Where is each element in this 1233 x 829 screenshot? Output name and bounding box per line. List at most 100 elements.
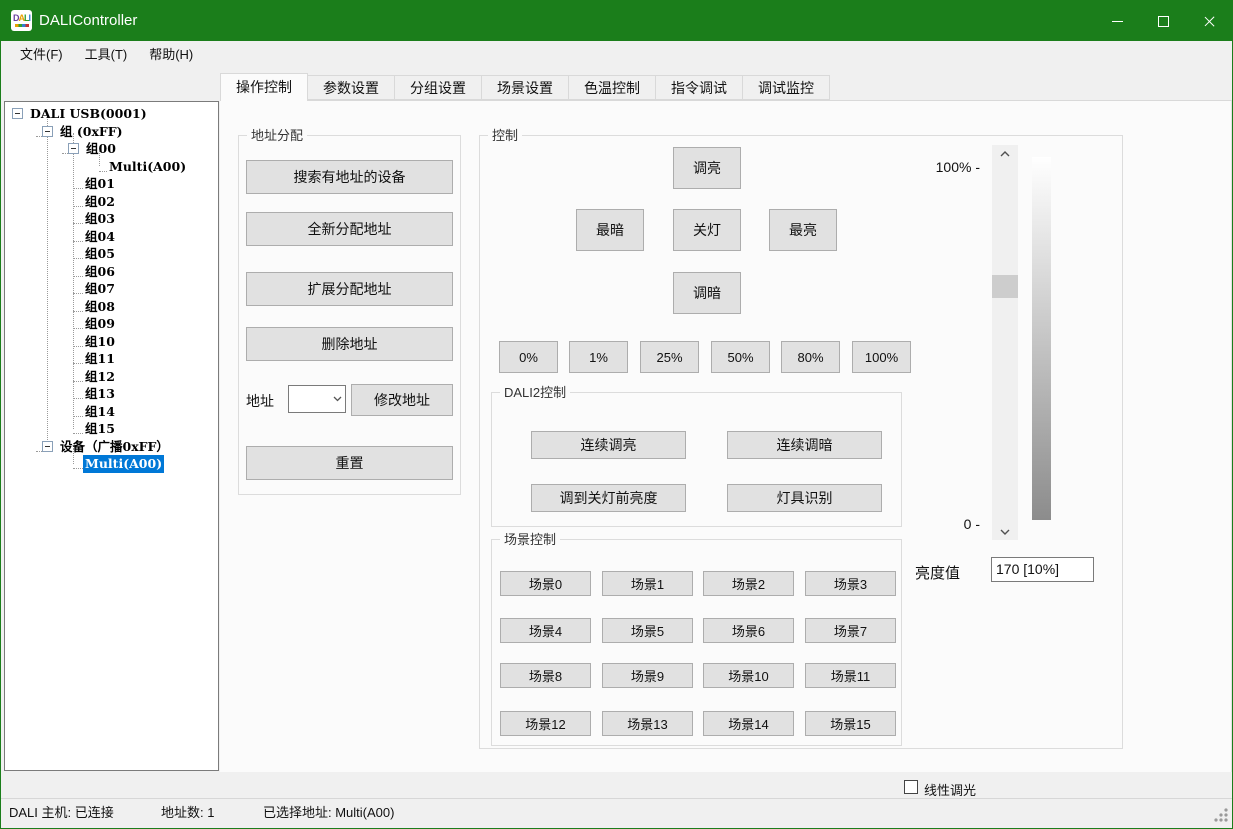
group-title: 地址分配 <box>247 127 307 144</box>
resize-grip-icon[interactable] <box>1214 808 1228 822</box>
luminaire-identify-button[interactable]: 灯具识别 <box>727 484 882 512</box>
percent-button-80[interactable]: 80% <box>781 341 840 373</box>
scene-button-9[interactable]: 场景9 <box>602 663 693 688</box>
tree-node[interactable]: 组05 <box>5 245 218 263</box>
tree-node[interactable]: 组00 <box>5 140 218 158</box>
tree-node[interactable]: 组14 <box>5 403 218 421</box>
light-off-button[interactable]: 关灯 <box>673 209 741 251</box>
scene-button-7[interactable]: 场景7 <box>805 618 896 643</box>
tree-connector <box>73 388 83 399</box>
tree-connector <box>73 371 83 382</box>
scene-button-6[interactable]: 场景6 <box>703 618 794 643</box>
tab-3[interactable]: 场景设置 <box>482 75 569 100</box>
tree-node-label: 设备（广播0xFF） <box>58 438 171 456</box>
tree-node[interactable]: 组01 <box>5 175 218 193</box>
scroll-down-arrow[interactable] <box>992 523 1018 540</box>
assign-extended-address-button[interactable]: 扩展分配地址 <box>246 272 453 306</box>
tree-node[interactable]: 组11 <box>5 350 218 368</box>
scrollbar-thumb[interactable] <box>992 275 1018 298</box>
scene-button-8[interactable]: 场景8 <box>500 663 591 688</box>
tree-collapse-icon[interactable] <box>12 108 23 119</box>
tree-node[interactable]: 组04 <box>5 228 218 246</box>
scene-button-2[interactable]: 场景2 <box>703 571 794 596</box>
tree-node[interactable]: 组02 <box>5 193 218 211</box>
minimize-button[interactable] <box>1094 1 1140 41</box>
tree-node[interactable]: Multi(A00) <box>5 158 218 176</box>
tree-node-label: 组03 <box>83 210 117 228</box>
tree-node-label: 组06 <box>83 263 117 281</box>
tree-node[interactable]: Multi(A00) <box>5 455 218 473</box>
tree-node[interactable]: 组12 <box>5 368 218 386</box>
address-combobox[interactable] <box>288 385 346 413</box>
linear-dimming-checkbox[interactable] <box>904 780 918 794</box>
delete-address-button[interactable]: 删除地址 <box>246 327 453 361</box>
menu-item-0[interactable]: 文件(F) <box>9 41 74 69</box>
scroll-up-arrow[interactable] <box>992 145 1018 162</box>
brightness-scrollbar[interactable] <box>992 145 1018 540</box>
brightness-value-field[interactable]: 170 [10%] <box>991 557 1094 582</box>
dim-max-button[interactable]: 最亮 <box>769 209 837 251</box>
tree-connector <box>73 336 83 347</box>
tree-node[interactable]: DALI USB(0001) <box>5 105 218 123</box>
tree-node[interactable]: 组03 <box>5 210 218 228</box>
tab-5[interactable]: 指令调试 <box>656 75 743 100</box>
percent-button-50[interactable]: 50% <box>711 341 770 373</box>
dim-down-button[interactable]: 调暗 <box>673 272 741 314</box>
tree-node[interactable]: 组06 <box>5 263 218 281</box>
scene-button-3[interactable]: 场景3 <box>805 571 896 596</box>
tree-collapse-icon[interactable] <box>42 441 53 452</box>
modify-address-button[interactable]: 修改地址 <box>351 384 453 416</box>
assign-new-address-button[interactable]: 全新分配地址 <box>246 212 453 246</box>
tab-4[interactable]: 色温控制 <box>569 75 656 100</box>
tree-node[interactable]: 设备（广播0xFF） <box>5 438 218 456</box>
dim-up-button[interactable]: 调亮 <box>673 147 741 189</box>
tree-node-label: 组14 <box>83 403 117 421</box>
tree-collapse-icon[interactable] <box>68 143 79 154</box>
scene-button-0[interactable]: 场景0 <box>500 571 591 596</box>
tree-node[interactable]: 组13 <box>5 385 218 403</box>
scene-button-4[interactable]: 场景4 <box>500 618 591 643</box>
close-button[interactable] <box>1186 1 1232 41</box>
scene-button-5[interactable]: 场景5 <box>602 618 693 643</box>
tab-2[interactable]: 分组设置 <box>395 75 482 100</box>
scene-button-13[interactable]: 场景13 <box>602 711 693 736</box>
goto-last-level-button[interactable]: 调到关灯前亮度 <box>531 484 686 512</box>
tree-node-label: 组12 <box>83 368 117 386</box>
group-title: DALI2控制 <box>500 384 570 401</box>
scene-button-14[interactable]: 场景14 <box>703 711 794 736</box>
tree-node[interactable]: 组 (0xFF) <box>5 123 218 141</box>
reset-button[interactable]: 重置 <box>246 446 453 480</box>
scene-button-1[interactable]: 场景1 <box>602 571 693 596</box>
tree-node-label: 组07 <box>83 280 117 298</box>
dim-min-button[interactable]: 最暗 <box>576 209 644 251</box>
tree-node[interactable]: 组10 <box>5 333 218 351</box>
continuous-dim-up-button[interactable]: 连续调亮 <box>531 431 686 459</box>
scene-button-10[interactable]: 场景10 <box>703 663 794 688</box>
percent-button-100[interactable]: 100% <box>852 341 911 373</box>
tree-node[interactable]: 组07 <box>5 280 218 298</box>
maximize-button[interactable] <box>1140 1 1186 41</box>
tree-connector <box>73 423 83 434</box>
menu-item-1[interactable]: 工具(T) <box>74 41 139 69</box>
close-icon <box>1203 15 1216 28</box>
tree-node[interactable]: 组15 <box>5 420 218 438</box>
percent-button-0[interactable]: 0% <box>499 341 558 373</box>
menu-item-2[interactable]: 帮助(H) <box>138 41 204 69</box>
continuous-dim-down-button[interactable]: 连续调暗 <box>727 431 882 459</box>
tree-connector <box>73 213 83 224</box>
scene-button-12[interactable]: 场景12 <box>500 711 591 736</box>
tree-node[interactable]: 组09 <box>5 315 218 333</box>
tree-collapse-icon[interactable] <box>42 126 53 137</box>
tab-0[interactable]: 操作控制 <box>220 73 308 101</box>
status-item-2: 已选择地址: Multi(A00) <box>263 799 394 826</box>
tree-node[interactable]: 组08 <box>5 298 218 316</box>
tree-node-label: 组08 <box>83 298 117 316</box>
search-addressed-devices-button[interactable]: 搜索有地址的设备 <box>246 160 453 194</box>
tab-1[interactable]: 参数设置 <box>308 75 395 100</box>
tab-6[interactable]: 调试监控 <box>743 75 830 100</box>
percent-button-25[interactable]: 25% <box>640 341 699 373</box>
scene-button-15[interactable]: 场景15 <box>805 711 896 736</box>
scene-button-11[interactable]: 场景11 <box>805 663 896 688</box>
percent-button-1[interactable]: 1% <box>569 341 628 373</box>
tree-node-label: 组10 <box>83 333 117 351</box>
